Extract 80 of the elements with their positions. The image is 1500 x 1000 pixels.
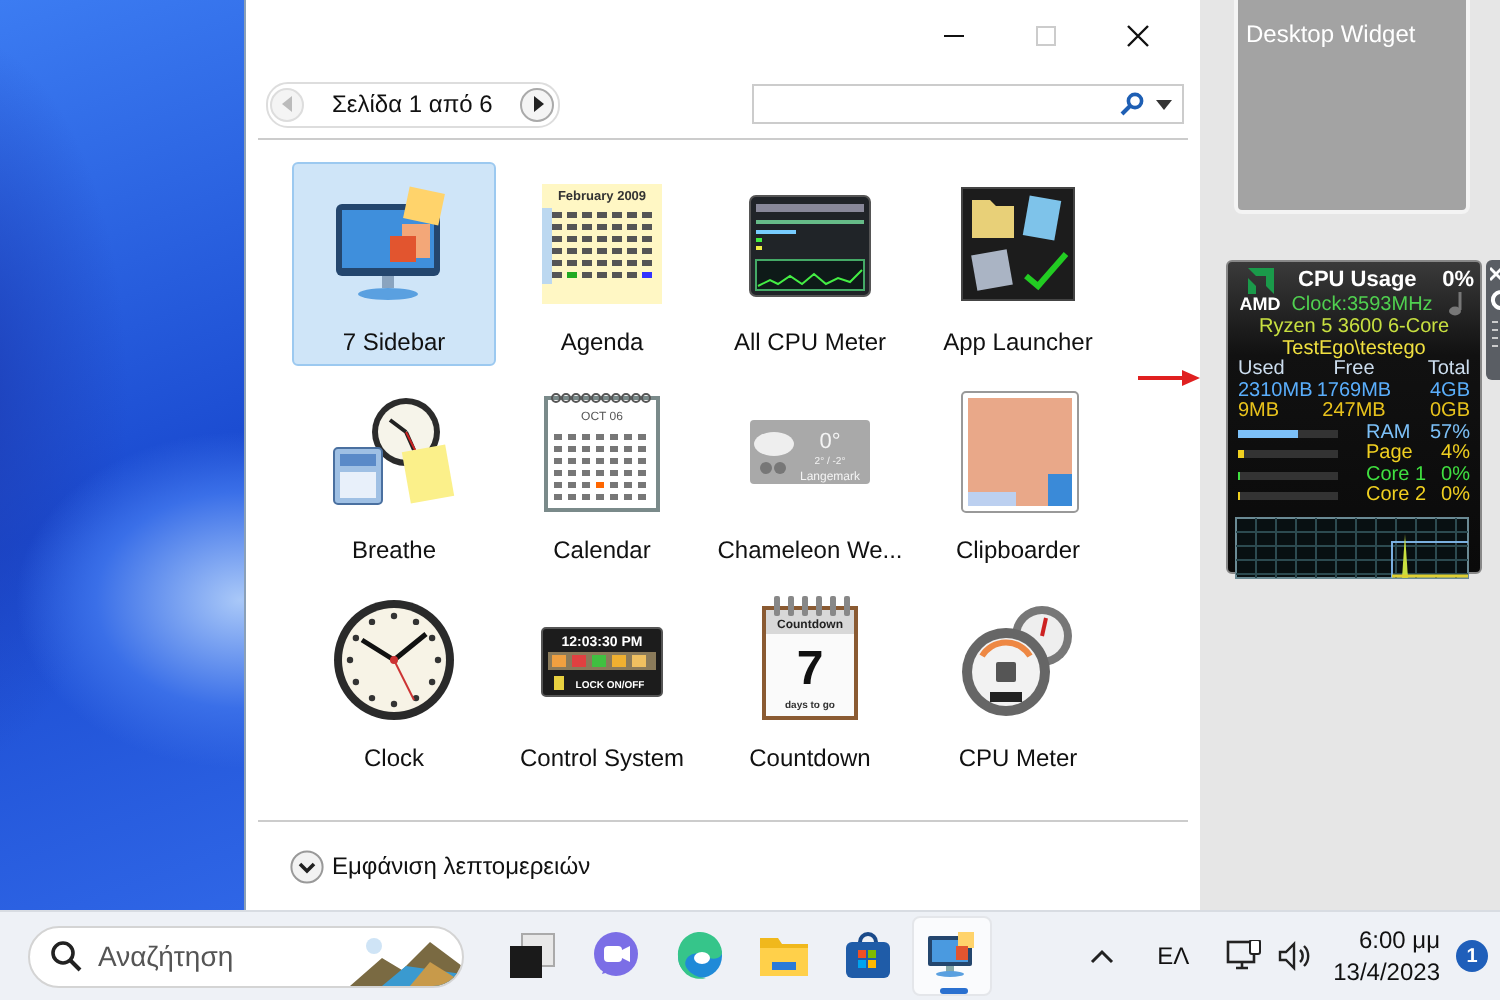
logo-icon [1246,268,1274,294]
browser-icon [674,930,726,982]
chevron-up-icon[interactable] [1089,948,1114,964]
music-note-icon [1448,292,1465,316]
meter-label: Core 2 [1366,486,1429,507]
search-field[interactable]: Αναζήτηση [28,925,464,987]
memory-value: 2310MB [1238,381,1315,402]
close-icon[interactable] [1490,266,1500,282]
gadget-label: Clipboarder [955,536,1081,564]
triangle-left-icon [279,96,295,112]
monitor-icon [926,930,978,982]
taskbar-app[interactable] [912,916,992,996]
speaker-icon[interactable] [1277,940,1314,972]
meter-label: Core 1 [1366,465,1429,486]
gadget-tile[interactable]: Clock [292,578,496,782]
gadget-label: Clock [363,744,424,772]
meter-reading: 0% [1441,486,1470,507]
clock-drawing [330,596,458,724]
user-name: TestEgo\testego [1282,338,1428,360]
gadget-label: Agenda [560,328,644,356]
meter-label: Page [1366,444,1415,465]
column-header: Free [1333,360,1375,381]
meter-label: RAM [1366,423,1413,444]
meter-reading: 0% [1441,465,1470,486]
gadget-label: Control System [519,744,685,772]
gadget-tile[interactable]: CPU Meter [916,578,1120,782]
thumbnail-text: 7 [796,642,824,696]
gadget-tile[interactable]: App Launcher [916,162,1120,366]
pointer-arrow [1138,368,1202,388]
meter-reading: 57% [1429,423,1470,444]
memory-value: 4GB [1427,381,1470,402]
memory-value: 0GB [1427,402,1470,423]
cpu-usage-value: 0% [1442,268,1474,292]
grip-icon[interactable] [1490,318,1500,350]
memory-value: 9MB [1238,402,1282,423]
search-icon [1120,92,1144,116]
gadget-label: Calendar [553,536,651,564]
video-chat-icon [590,930,642,982]
search-field[interactable] [752,84,1184,124]
column-header: Total [1425,360,1470,381]
meter-reading: 4% [1441,444,1470,465]
close-icon [1126,23,1150,47]
gadget-tile[interactable]: All CPU Meter [708,162,912,366]
gadget-label: App Launcher [943,328,1093,356]
gadget-tile[interactable]: Breathe [292,370,496,574]
gadget-label: Countdown [749,744,871,772]
gadget-label: Chameleon We... [717,536,903,564]
clock-speed: Clock:3593MHz [1291,293,1433,315]
memory-value: 247MB [1320,402,1388,423]
gadget-label: Breathe [351,536,437,564]
gadget-tile[interactable]: 7 Sidebar [292,162,496,366]
processor-model: Ryzen 5 3600 6-Core [1256,316,1452,338]
dropdown-caret-icon[interactable] [1156,99,1172,109]
widget-title: CPU Usage [1298,268,1417,292]
search-icon [50,940,82,972]
clock-time: 6:00 μμ [1358,924,1440,956]
wrench-icon[interactable] [1490,290,1500,310]
active-indicator [940,988,968,994]
page-indicator: Σελίδα 1 από 6 [332,90,493,118]
notification-badge[interactable]: 1 [1456,940,1488,972]
search-placeholder: Αναζήτηση [98,940,236,972]
thumbnail-text: 0° [819,430,841,454]
gadget-label: 7 Sidebar [342,328,446,356]
language-indicator[interactable]: ΕΛ [1129,942,1218,970]
memory-value: 1769MB [1315,381,1393,402]
gadget-label: All CPU Meter [733,328,886,356]
next-page-button[interactable] [520,87,555,121]
task-view-icon [506,930,558,982]
brand-label: AMD [1239,294,1281,314]
column-header: Used [1238,360,1285,381]
details-toggle[interactable]: Εμφάνιση λεπτομερειών [290,849,591,883]
triangle-right-icon [529,96,546,112]
gadget-label: CPU Meter [958,744,1078,772]
clock-date: 13/4/2023 [1333,956,1440,988]
gadget-tile[interactable]: Clipboarder [916,370,1120,574]
store-bag-icon [842,930,894,982]
network-icon[interactable] [1225,940,1262,972]
chevron-down-icon [290,849,324,883]
maximize-icon [1034,23,1058,47]
clock-area[interactable]: 6:00 μμ 13/4/2023 [1321,924,1456,988]
